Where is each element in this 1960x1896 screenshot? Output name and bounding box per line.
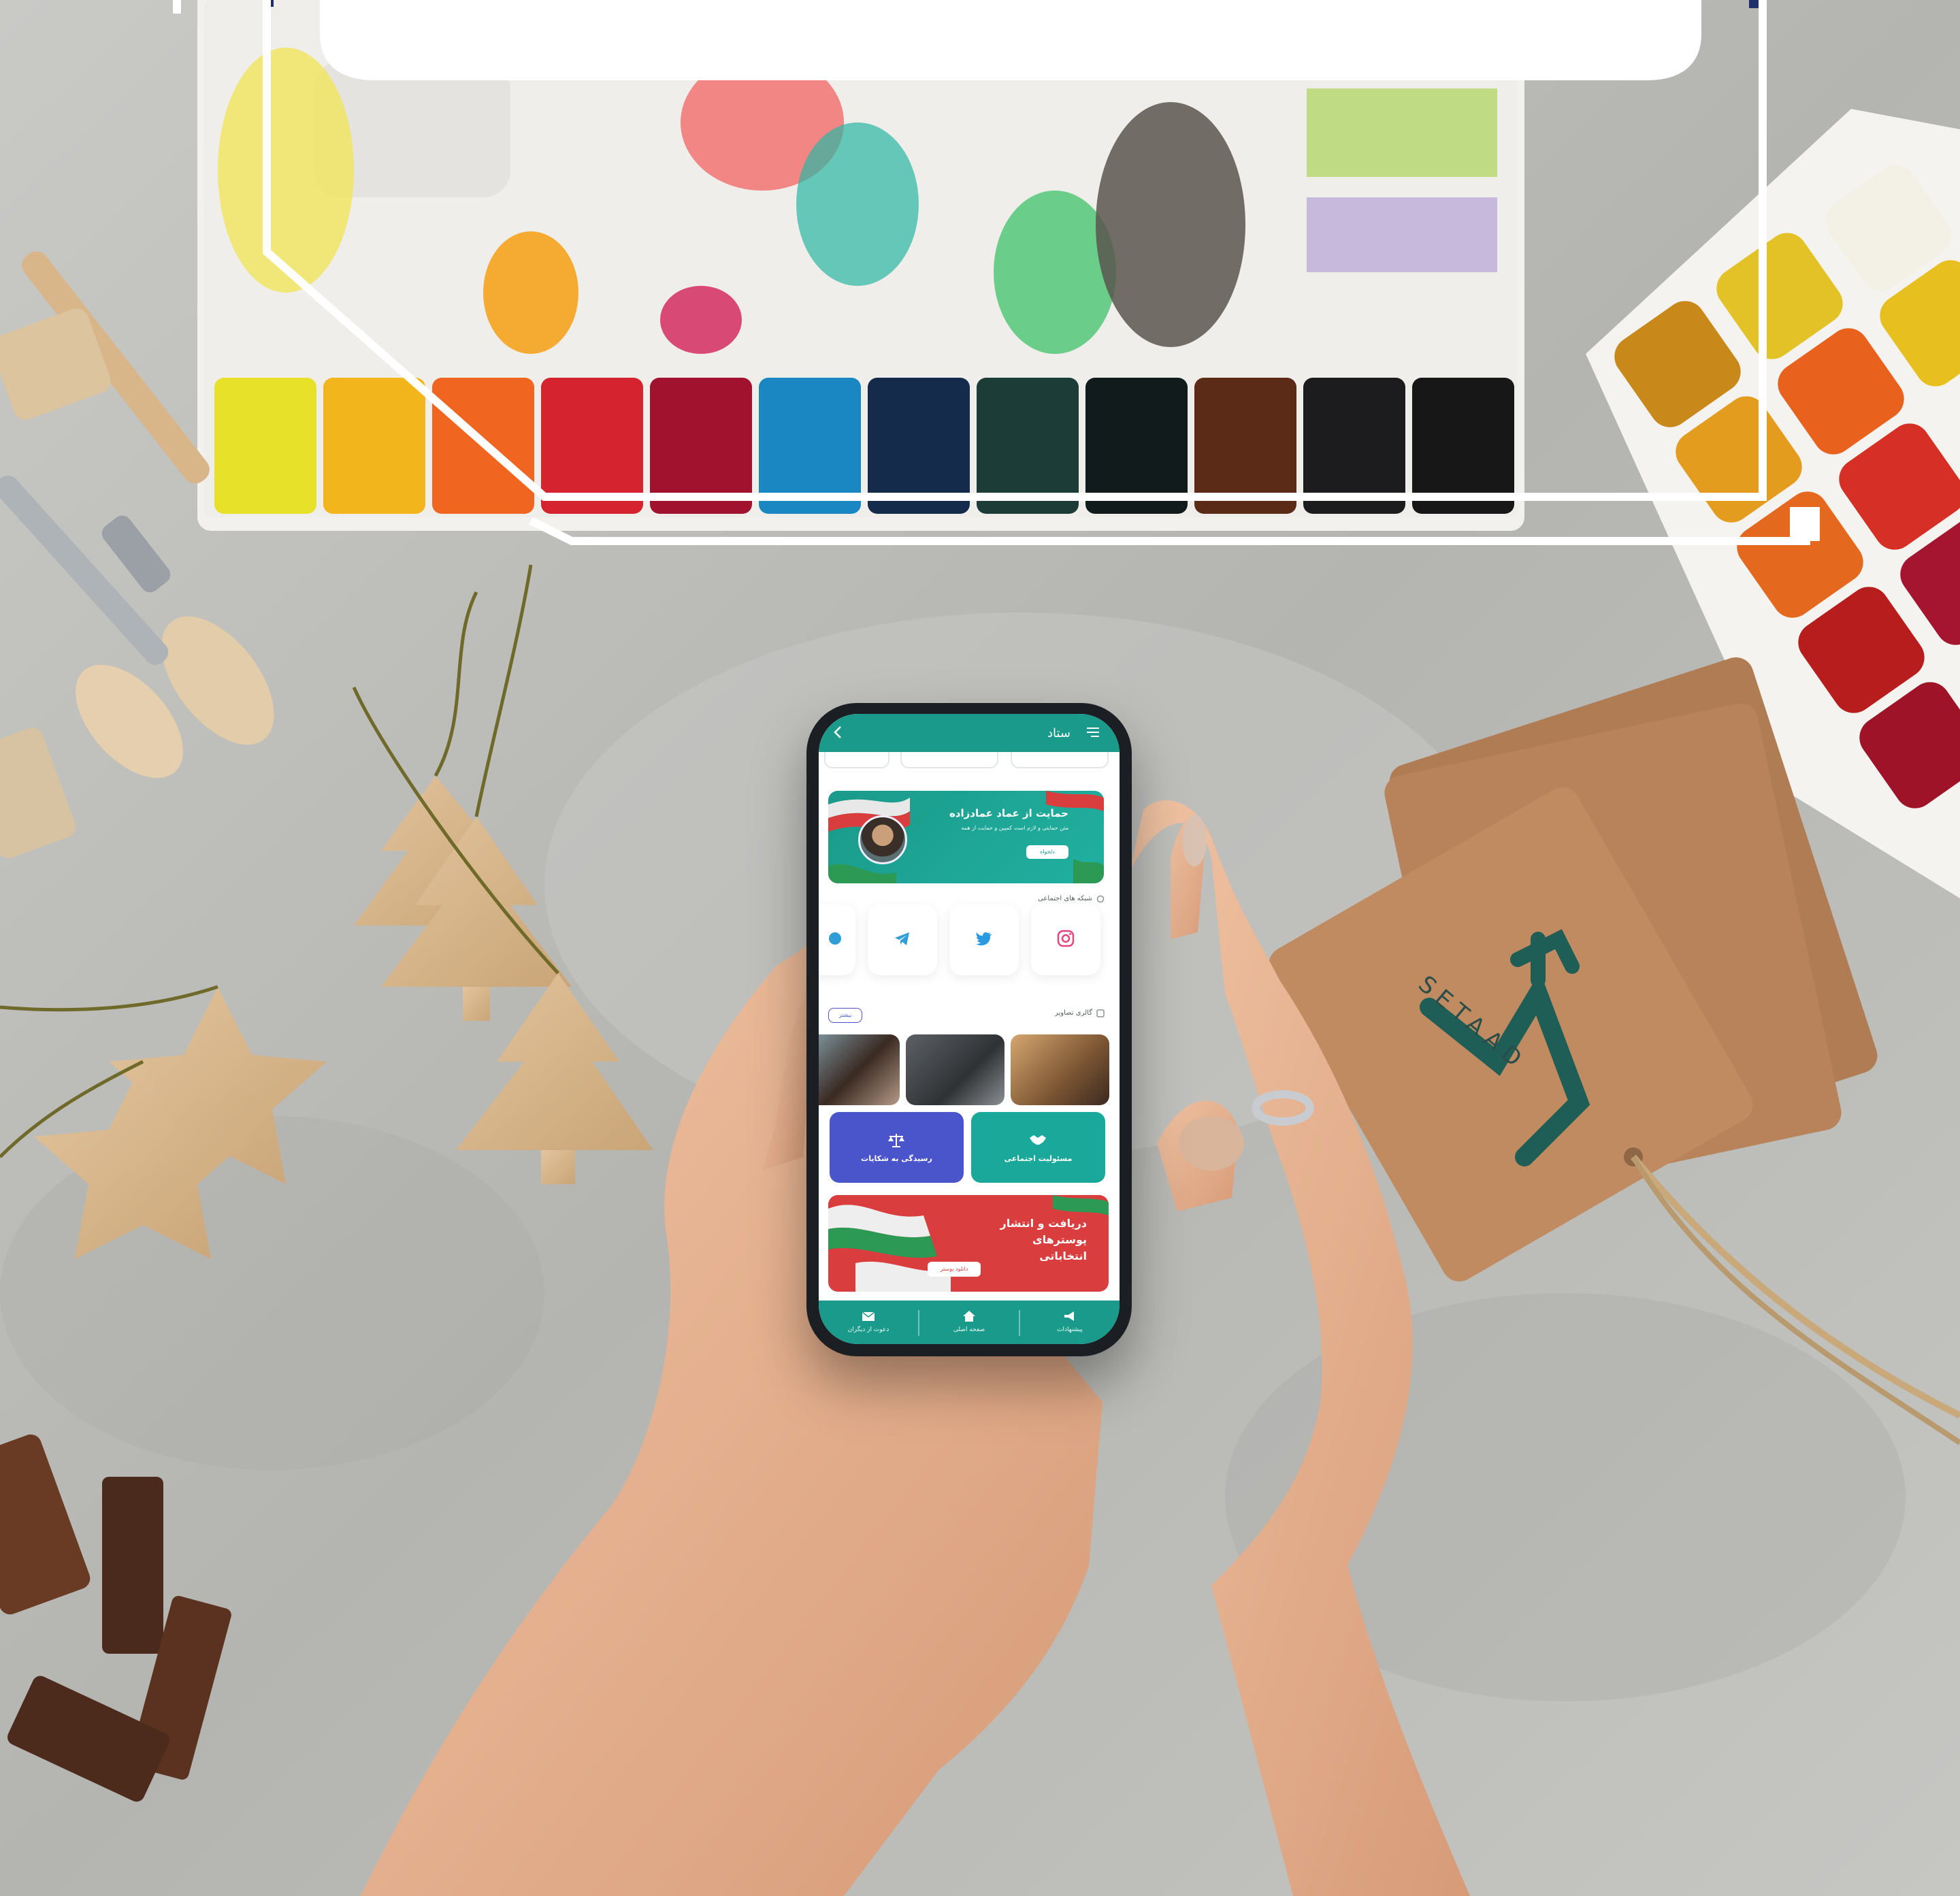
nav-home-label: صفحه اصلی: [953, 1326, 985, 1333]
candidate-avatar: [858, 815, 907, 864]
nav-invite[interactable]: دعوت از دیگران: [819, 1301, 918, 1344]
app-topbar: ستاد: [819, 714, 1120, 752]
social-card-instagram[interactable]: [1031, 904, 1100, 975]
gallery-photo[interactable]: [1011, 1034, 1109, 1105]
gallery-section-label: گالری تصاویر: [1054, 1009, 1092, 1017]
thumbnail: [1179, 1116, 1244, 1171]
social-card-more[interactable]: [819, 904, 855, 975]
envelope-icon: [862, 1311, 875, 1321]
download-poster-button[interactable]: دانلود پوستر: [928, 1262, 981, 1277]
banner-title: حمایت از عماد عمادزاده: [949, 807, 1068, 819]
twitter-icon: [976, 932, 992, 946]
tab-ghost[interactable]: [900, 752, 998, 768]
scales-icon: [888, 1134, 904, 1147]
hamburger-menu-icon[interactable]: [1085, 725, 1100, 740]
gallery-photo[interactable]: [819, 1034, 900, 1105]
complaints-card[interactable]: رسیدگی به شکایات: [830, 1112, 964, 1183]
poster-banner: دریافت و انتشار پوسترهای انتخاباتی دانلو…: [828, 1195, 1109, 1292]
nav-invite-label: دعوت از دیگران: [847, 1326, 889, 1333]
smartphone: ستاد حمایت از عماد عمادزاده متن حمایتی و…: [806, 703, 1132, 1356]
complaints-label: رسیدگی به شکایات: [861, 1154, 932, 1163]
banner-button[interactable]: دلخواه: [1026, 845, 1068, 859]
chevron-left-icon[interactable]: [831, 725, 845, 740]
telegram-icon: [895, 932, 909, 945]
social-responsibility-label: مسئولیت اجتماعی: [1004, 1154, 1073, 1163]
app-title: ستاد: [1047, 726, 1071, 740]
circle-icon: [829, 932, 841, 945]
app-screen: ستاد حمایت از عماد عمادزاده متن حمایتی و…: [819, 714, 1120, 1344]
social-card-twitter[interactable]: [949, 904, 1019, 975]
poster-title: دریافت و انتشار پوسترهای انتخاباتی: [1000, 1217, 1087, 1262]
home-icon: [963, 1311, 975, 1322]
fingernail: [1182, 815, 1207, 866]
handshake-icon: [1030, 1135, 1046, 1145]
social-responsibility-card[interactable]: مسئولیت اجتماعی: [971, 1112, 1105, 1183]
nav-suggestions-label: پیشنهادات: [1057, 1326, 1083, 1333]
top-white-panel: [320, 0, 1701, 80]
circle-icon: [1096, 895, 1105, 903]
nav-suggestions[interactable]: پیشنهادات: [1020, 1301, 1120, 1344]
gallery-more-button[interactable]: بیشتر: [828, 1008, 862, 1023]
megaphone-icon: [1064, 1311, 1074, 1321]
tab-ghost[interactable]: [824, 752, 889, 768]
nav-divider: [1019, 1310, 1020, 1336]
instagram-icon: [1057, 930, 1075, 947]
banner-subtitle: متن حمایتی و لازم است کمپین و حمایت از ه…: [961, 825, 1068, 831]
bottom-navigation: پیشنهادات صفحه اصلی دعوت از دیگران: [819, 1301, 1120, 1344]
social-card-telegram[interactable]: [868, 904, 937, 975]
nav-divider: [918, 1310, 919, 1336]
nav-home[interactable]: صفحه اصلی: [919, 1301, 1019, 1344]
image-icon: [1096, 1009, 1105, 1017]
social-section-label: شبکه های اجتماعی: [1038, 895, 1092, 902]
tab-strip: [819, 752, 1120, 770]
gallery-photo[interactable]: [906, 1034, 1004, 1105]
tab-ghost[interactable]: [1011, 752, 1109, 768]
support-banner: حمایت از عماد عمادزاده متن حمایتی و لازم…: [828, 791, 1104, 883]
